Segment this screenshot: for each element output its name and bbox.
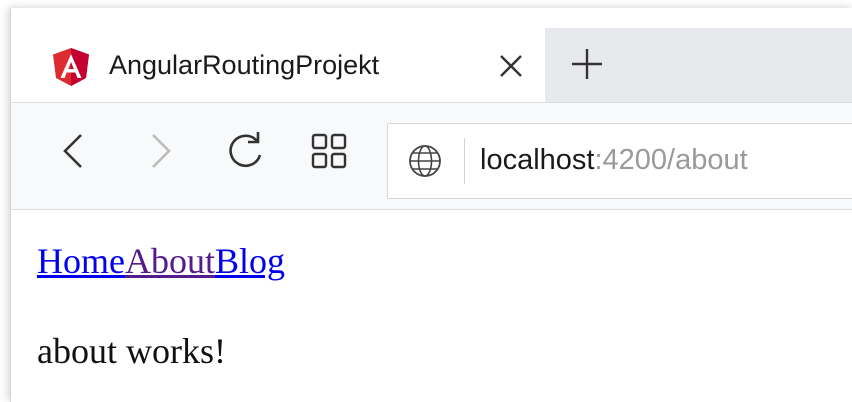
globe-icon	[409, 145, 441, 177]
screenshot-frame: AngularRoutingProjekt localhost:4200/abo…	[0, 0, 852, 402]
address-bar[interactable]: localhost:4200/about	[387, 123, 852, 199]
angular-logo-icon	[53, 48, 89, 86]
plus-icon[interactable]	[567, 44, 607, 84]
grid-icon[interactable]	[305, 127, 353, 175]
nav-link-about[interactable]: About	[125, 241, 215, 281]
page-body-text: about works!	[37, 331, 226, 371]
url-host: localhost	[480, 144, 595, 176]
browser-window: AngularRoutingProjekt localhost:4200/abo…	[10, 8, 852, 402]
refresh-icon[interactable]	[221, 127, 269, 175]
nav-links: HomeAboutBlog	[37, 240, 285, 282]
chevron-right-icon[interactable]	[135, 127, 183, 175]
url-path: :4200/about	[594, 144, 748, 176]
tab-active[interactable]: AngularRoutingProjekt	[29, 28, 545, 102]
chevron-left-icon[interactable]	[51, 127, 99, 175]
tab-strip: AngularRoutingProjekt	[11, 8, 852, 104]
tab-title: AngularRoutingProjekt	[109, 50, 380, 80]
page-content: HomeAboutBlog about works!	[11, 210, 852, 402]
close-icon[interactable]	[493, 48, 529, 84]
nav-link-home[interactable]: Home	[37, 241, 125, 281]
address-divider	[464, 138, 465, 184]
navigation-toolbar: localhost:4200/about	[11, 102, 852, 210]
new-tab-area	[545, 28, 852, 102]
nav-link-blog[interactable]: Blog	[215, 241, 285, 281]
url-text[interactable]: localhost:4200/about	[480, 144, 748, 177]
